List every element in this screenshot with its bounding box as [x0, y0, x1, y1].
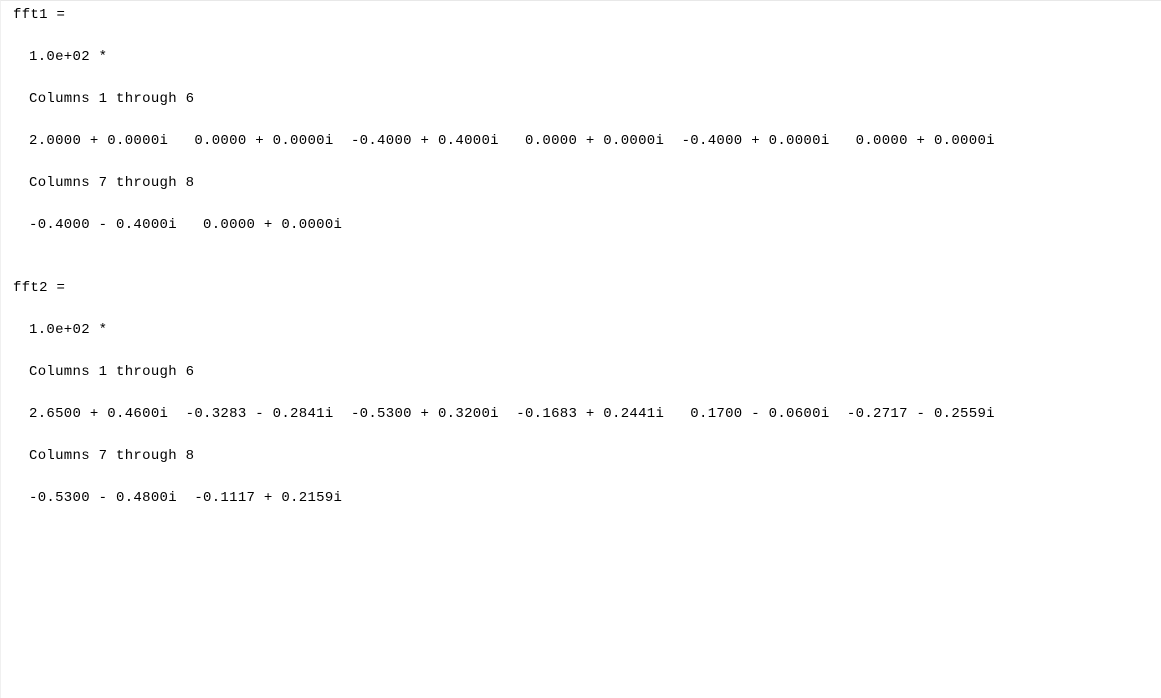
complex-values-row: -0.4000 - 0.4000i 0.0000 + 0.0000i [13, 215, 1149, 236]
blank-line [13, 194, 1149, 215]
blank-line [13, 110, 1149, 131]
blank-line [13, 68, 1149, 89]
complex-values-row: 2.0000 + 0.0000i 0.0000 + 0.0000i -0.400… [13, 131, 1149, 152]
blank-line [13, 383, 1149, 404]
command-window-output: fft1 = 1.0e+02 * Columns 1 through 6 2.0… [0, 0, 1161, 698]
columns-range-label: Columns 1 through 6 [13, 89, 1149, 110]
complex-values-row: -0.5300 - 0.4800i -0.1117 + 0.2159i [13, 488, 1149, 509]
blank-line [13, 152, 1149, 173]
blank-line [13, 425, 1149, 446]
columns-range-label: Columns 7 through 8 [13, 446, 1149, 467]
multiplier-line: 1.0e+02 * [13, 47, 1149, 68]
complex-values-row: 2.6500 + 0.4600i -0.3283 - 0.2841i -0.53… [13, 404, 1149, 425]
multiplier-line: 1.0e+02 * [13, 320, 1149, 341]
variable-header: fft2 = [13, 278, 1149, 299]
columns-range-label: Columns 1 through 6 [13, 362, 1149, 383]
blank-line [13, 257, 1149, 278]
blank-line [13, 236, 1149, 257]
columns-range-label: Columns 7 through 8 [13, 173, 1149, 194]
blank-line [13, 26, 1149, 47]
variable-header: fft1 = [13, 5, 1149, 26]
blank-line [13, 467, 1149, 488]
blank-line [13, 299, 1149, 320]
blank-line [13, 341, 1149, 362]
